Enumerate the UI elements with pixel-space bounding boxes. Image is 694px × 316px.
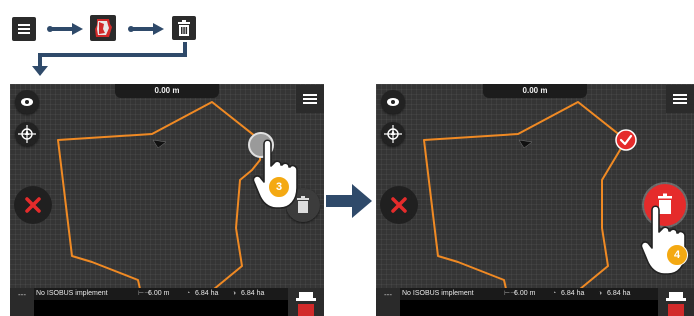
working-width: 6.00 m	[148, 290, 170, 297]
center-map-button[interactable]	[381, 122, 405, 146]
area-worked-icon: ◔	[186, 290, 191, 297]
menu-button[interactable]	[296, 85, 324, 113]
area-total: 6.84 ha	[607, 290, 631, 297]
cancel-button[interactable]	[14, 186, 52, 224]
info-strip	[34, 300, 288, 316]
left-bottom-tab[interactable]: ---	[376, 288, 400, 316]
hand-pointer-icon	[640, 205, 686, 275]
close-icon	[25, 197, 41, 213]
center-map-button[interactable]	[15, 122, 39, 146]
left-bottom-tab[interactable]: ---	[10, 288, 34, 316]
hamburger-menu-icon	[18, 24, 30, 34]
view-toggle-button[interactable]	[381, 90, 405, 114]
implement-tab[interactable]	[288, 288, 324, 316]
status-bar: No ISOBUS implement ⊢⊣ 6.00 m ◔ 6.84 ha …	[400, 288, 658, 300]
view-toggle-button[interactable]	[15, 90, 39, 114]
tractor-position-icon	[152, 139, 167, 149]
area-worked: 6.84 ha	[195, 290, 219, 297]
step-badge: 3	[268, 176, 290, 198]
step-arrow-1	[47, 23, 83, 35]
map-screen-before: 0.00 m 3 No ISOBUS implement ⊢⊣ 6.00 m ◔…	[10, 84, 324, 316]
area-worked: 6.84 ha	[561, 290, 585, 297]
step-arrow-2	[128, 23, 164, 35]
step-badge: 4	[666, 244, 688, 266]
area-total: 6.84 ha	[241, 290, 265, 297]
eye-icon	[387, 98, 399, 106]
connector-arrow	[32, 42, 187, 76]
compass-icon	[384, 125, 402, 143]
compass-icon	[18, 125, 36, 143]
step-menu-button	[12, 17, 36, 41]
map-screen-after: 0.00 m 4 No ISOBUS implement ⊢⊣ 6.00 m ◔…	[376, 84, 694, 316]
status-bar: No ISOBUS implement ⊢⊣ 6.00 m ◔ 6.84 ha …	[34, 288, 288, 300]
boundary-card-icon	[95, 19, 112, 37]
trash-icon	[178, 20, 190, 36]
menu-button[interactable]	[666, 85, 694, 113]
point-selected-marker[interactable]	[614, 128, 638, 152]
hamburger-menu-icon	[673, 94, 687, 104]
step-delete-button	[172, 16, 196, 40]
close-icon	[391, 197, 407, 213]
cancel-button[interactable]	[380, 186, 418, 224]
implement-icon	[296, 292, 316, 316]
working-width: 6.00 m	[514, 290, 536, 297]
area-total-icon: ◑	[232, 290, 237, 297]
implement-label: No ISOBUS implement	[402, 290, 474, 297]
implement-label: No ISOBUS implement	[36, 290, 108, 297]
flow-arrow	[326, 184, 372, 218]
step-boundary-button	[90, 15, 116, 41]
implement-tab[interactable]	[658, 288, 694, 316]
area-worked-icon: ◔	[552, 290, 557, 297]
info-strip	[400, 300, 658, 316]
hamburger-menu-icon	[303, 94, 317, 104]
eye-icon	[21, 98, 33, 106]
area-total-icon: ◑	[598, 290, 603, 297]
tractor-position-icon	[518, 139, 533, 149]
implement-icon	[666, 292, 686, 316]
